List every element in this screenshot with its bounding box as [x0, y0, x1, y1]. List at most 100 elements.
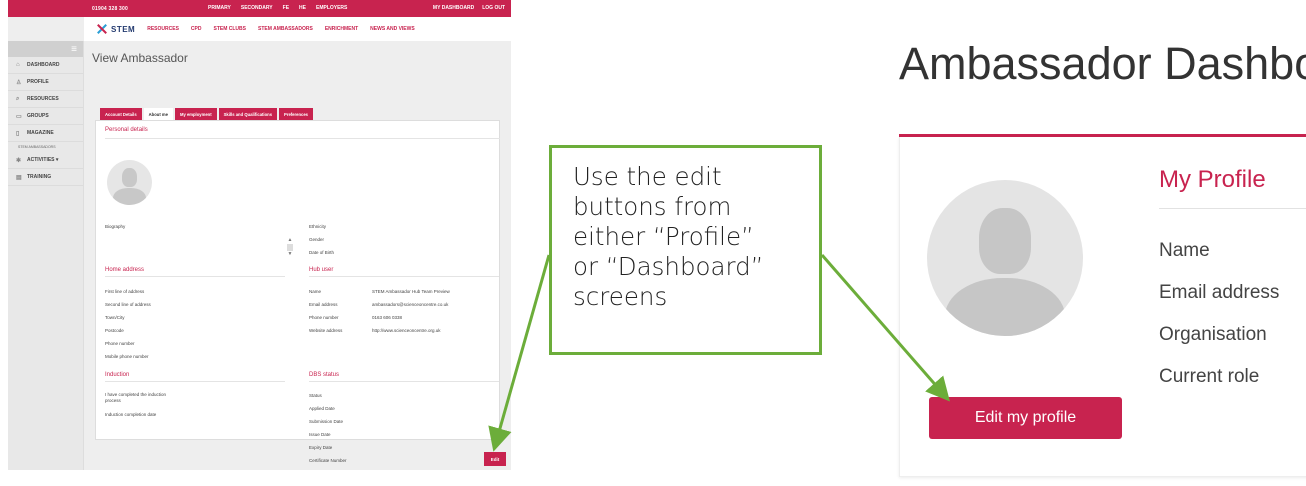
dbs-applied-label: Applied Date: [309, 406, 335, 411]
sidebar-item-label: TRAINING: [27, 174, 52, 180]
sidebar-item-profile[interactable]: ♙ PROFILE: [8, 74, 83, 91]
dashboard-title: Ambassador Dashboard: [899, 38, 1306, 89]
sidebar-item-magazine[interactable]: ▯ MAGAZINE: [8, 125, 83, 142]
ambassador-dashboard-screen: Ambassador Dashboard My Profile Name Ema…: [883, 0, 1306, 486]
dbs-submission-label: Submission Date: [309, 419, 344, 424]
induction-complete-label: I have completed the induction process: [105, 392, 167, 403]
account-links: MY DASHBOARD LOG OUT: [433, 5, 505, 11]
nav-cpd[interactable]: CPD: [191, 26, 202, 32]
stem-logo[interactable]: STEM: [96, 23, 135, 35]
sidebar-item-label: GROUPS: [27, 113, 49, 119]
biography-scrollbar[interactable]: ▲ ▼: [286, 237, 294, 259]
scroll-down-icon[interactable]: ▼: [286, 251, 294, 258]
sidebar-item-training[interactable]: ▤ TRAINING: [8, 169, 83, 186]
main-nav: RESOURCES CPD STEM CLUBS STEM AMBASSADOR…: [147, 26, 414, 32]
hub-website-label: Website address: [309, 328, 343, 333]
logo-wordmark: STEM: [111, 24, 136, 34]
dbs-expiry-label: Expiry Date: [309, 445, 333, 450]
nav-fe[interactable]: FE: [283, 5, 289, 11]
address-line1-label: First line of address: [105, 289, 145, 294]
document-icon: ▯: [16, 130, 20, 137]
my-profile-heading: My Profile: [1159, 166, 1266, 193]
hub-phone-label: Phone number: [309, 315, 339, 320]
biography-label: Biography: [105, 224, 126, 229]
tab-skills-qualifications[interactable]: Skills and Qualifications: [218, 108, 278, 120]
callout-line: Use the edit: [573, 162, 722, 191]
stem-logo-icon: [96, 23, 108, 35]
section-personal-details: Personal details: [105, 127, 148, 133]
menu-toggle[interactable]: ≡: [8, 41, 83, 57]
section-home-address: Home address: [105, 267, 145, 273]
divider: [105, 276, 285, 277]
sidebar-subheading: STEM AMBASSADORS: [18, 145, 56, 149]
log-out-link[interactable]: LOG OUT: [482, 5, 505, 11]
hamburger-icon: ≡: [71, 43, 77, 55]
gender-label: Gender: [309, 237, 325, 242]
sidebar-item-activities[interactable]: ✱ ACTIVITIES ▾: [8, 152, 83, 169]
nav-news-and-views[interactable]: NEWS AND VIEWS: [370, 26, 415, 32]
hub-email-value[interactable]: ambassadors@scienceoncentre.co.uk: [372, 302, 448, 307]
edit-my-profile-button[interactable]: Edit my profile: [929, 397, 1122, 439]
section-dbs-status: DBS status: [309, 372, 340, 378]
tab-account-details[interactable]: Account Details: [100, 108, 142, 120]
sidebar-item-resources[interactable]: ⌕ RESOURCES: [8, 91, 83, 108]
hub-phone-value: 0163 606 0338: [372, 315, 403, 320]
page-title: View Ambassador: [92, 51, 188, 65]
induction-date-label: Induction completion date: [105, 412, 157, 417]
sidebar-item-groups[interactable]: ▭ GROUPS: [8, 108, 83, 125]
phone-number: 01904 328 300: [92, 6, 128, 12]
scroll-thumb[interactable]: [287, 244, 293, 251]
hub-name-label: Name: [309, 289, 322, 294]
sidebar-item-label: DASHBOARD: [27, 62, 60, 68]
main-content: View Ambassador Account Details About me…: [84, 41, 511, 470]
sidebar: ≡ ⌂ DASHBOARD ♙ PROFILE ⌕ RESOURCES ▭ GROUPS…: [8, 41, 84, 470]
sidebar-item-dashboard[interactable]: ⌂ DASHBOARD: [8, 57, 83, 74]
divider: [1159, 208, 1306, 209]
divider: [309, 276, 499, 277]
nav-employers[interactable]: EMPLOYERS: [316, 5, 347, 11]
nav-primary[interactable]: PRIMARY: [208, 5, 231, 11]
nav-resources[interactable]: RESOURCES: [147, 26, 179, 32]
sidebar-item-label: MAGAZINE: [27, 130, 54, 136]
activities-icon: ✱: [16, 157, 22, 164]
nav-stem-clubs[interactable]: STEM CLUBS: [213, 26, 246, 32]
ethnicity-label: Ethnicity: [309, 224, 327, 229]
sidebar-item-label: PROFILE: [27, 79, 49, 85]
nav-he[interactable]: HE: [299, 5, 306, 11]
scroll-up-icon[interactable]: ▲: [286, 237, 294, 244]
callout-line: or “Dashboard”: [573, 252, 764, 281]
avatar: [927, 180, 1083, 336]
email-address-label: Email address: [1159, 282, 1280, 303]
composite-screenshot: 01904 328 300 PRIMARY SECONDARY FE HE EM…: [0, 0, 1306, 486]
user-icon: ♙: [16, 79, 22, 86]
tab-preferences[interactable]: Preferences: [279, 108, 314, 120]
nav-secondary[interactable]: SECONDARY: [241, 5, 273, 11]
callout-line: either “Profile”: [573, 222, 754, 251]
current-role-label: Current role: [1159, 366, 1260, 387]
hub-email-label: Email address: [309, 302, 338, 307]
nav-stem-ambassadors[interactable]: STEM AMBASSADORS: [258, 26, 313, 32]
audience-nav: PRIMARY SECONDARY FE HE EMPLOYERS: [208, 5, 347, 11]
chat-icon: ▭: [16, 113, 22, 120]
divider: [309, 381, 499, 382]
organisation-label: Organisation: [1159, 324, 1267, 345]
tab-my-employment[interactable]: My employment: [174, 108, 217, 120]
view-ambassador-screen: 01904 328 300 PRIMARY SECONDARY FE HE EM…: [8, 0, 511, 470]
postcode-label: Postcode: [105, 328, 124, 333]
edit-button[interactable]: Edit: [484, 452, 506, 466]
town-label: Town/City: [105, 315, 125, 320]
tab-about-me[interactable]: About me: [143, 108, 173, 120]
training-icon: ▤: [16, 174, 22, 181]
hub-name-value: STEM Ambassador Hub Team Preview: [372, 289, 450, 294]
callout-line: buttons from: [573, 192, 732, 221]
phone-label: Phone number: [105, 341, 135, 346]
nav-enrichment[interactable]: ENRICHMENT: [325, 26, 358, 32]
main-header: STEM RESOURCES CPD STEM CLUBS STEM AMBAS…: [84, 17, 511, 41]
dbs-issue-label: Issue Date: [309, 432, 331, 437]
my-dashboard-link[interactable]: MY DASHBOARD: [433, 5, 474, 11]
home-icon: ⌂: [16, 62, 20, 68]
hub-website-value[interactable]: http://www.scienceoncentre.org.uk: [372, 328, 441, 333]
name-label: Name: [1159, 240, 1210, 261]
address-line2-label: Second line of address: [105, 302, 151, 307]
sidebar-item-label: RESOURCES: [27, 96, 59, 102]
